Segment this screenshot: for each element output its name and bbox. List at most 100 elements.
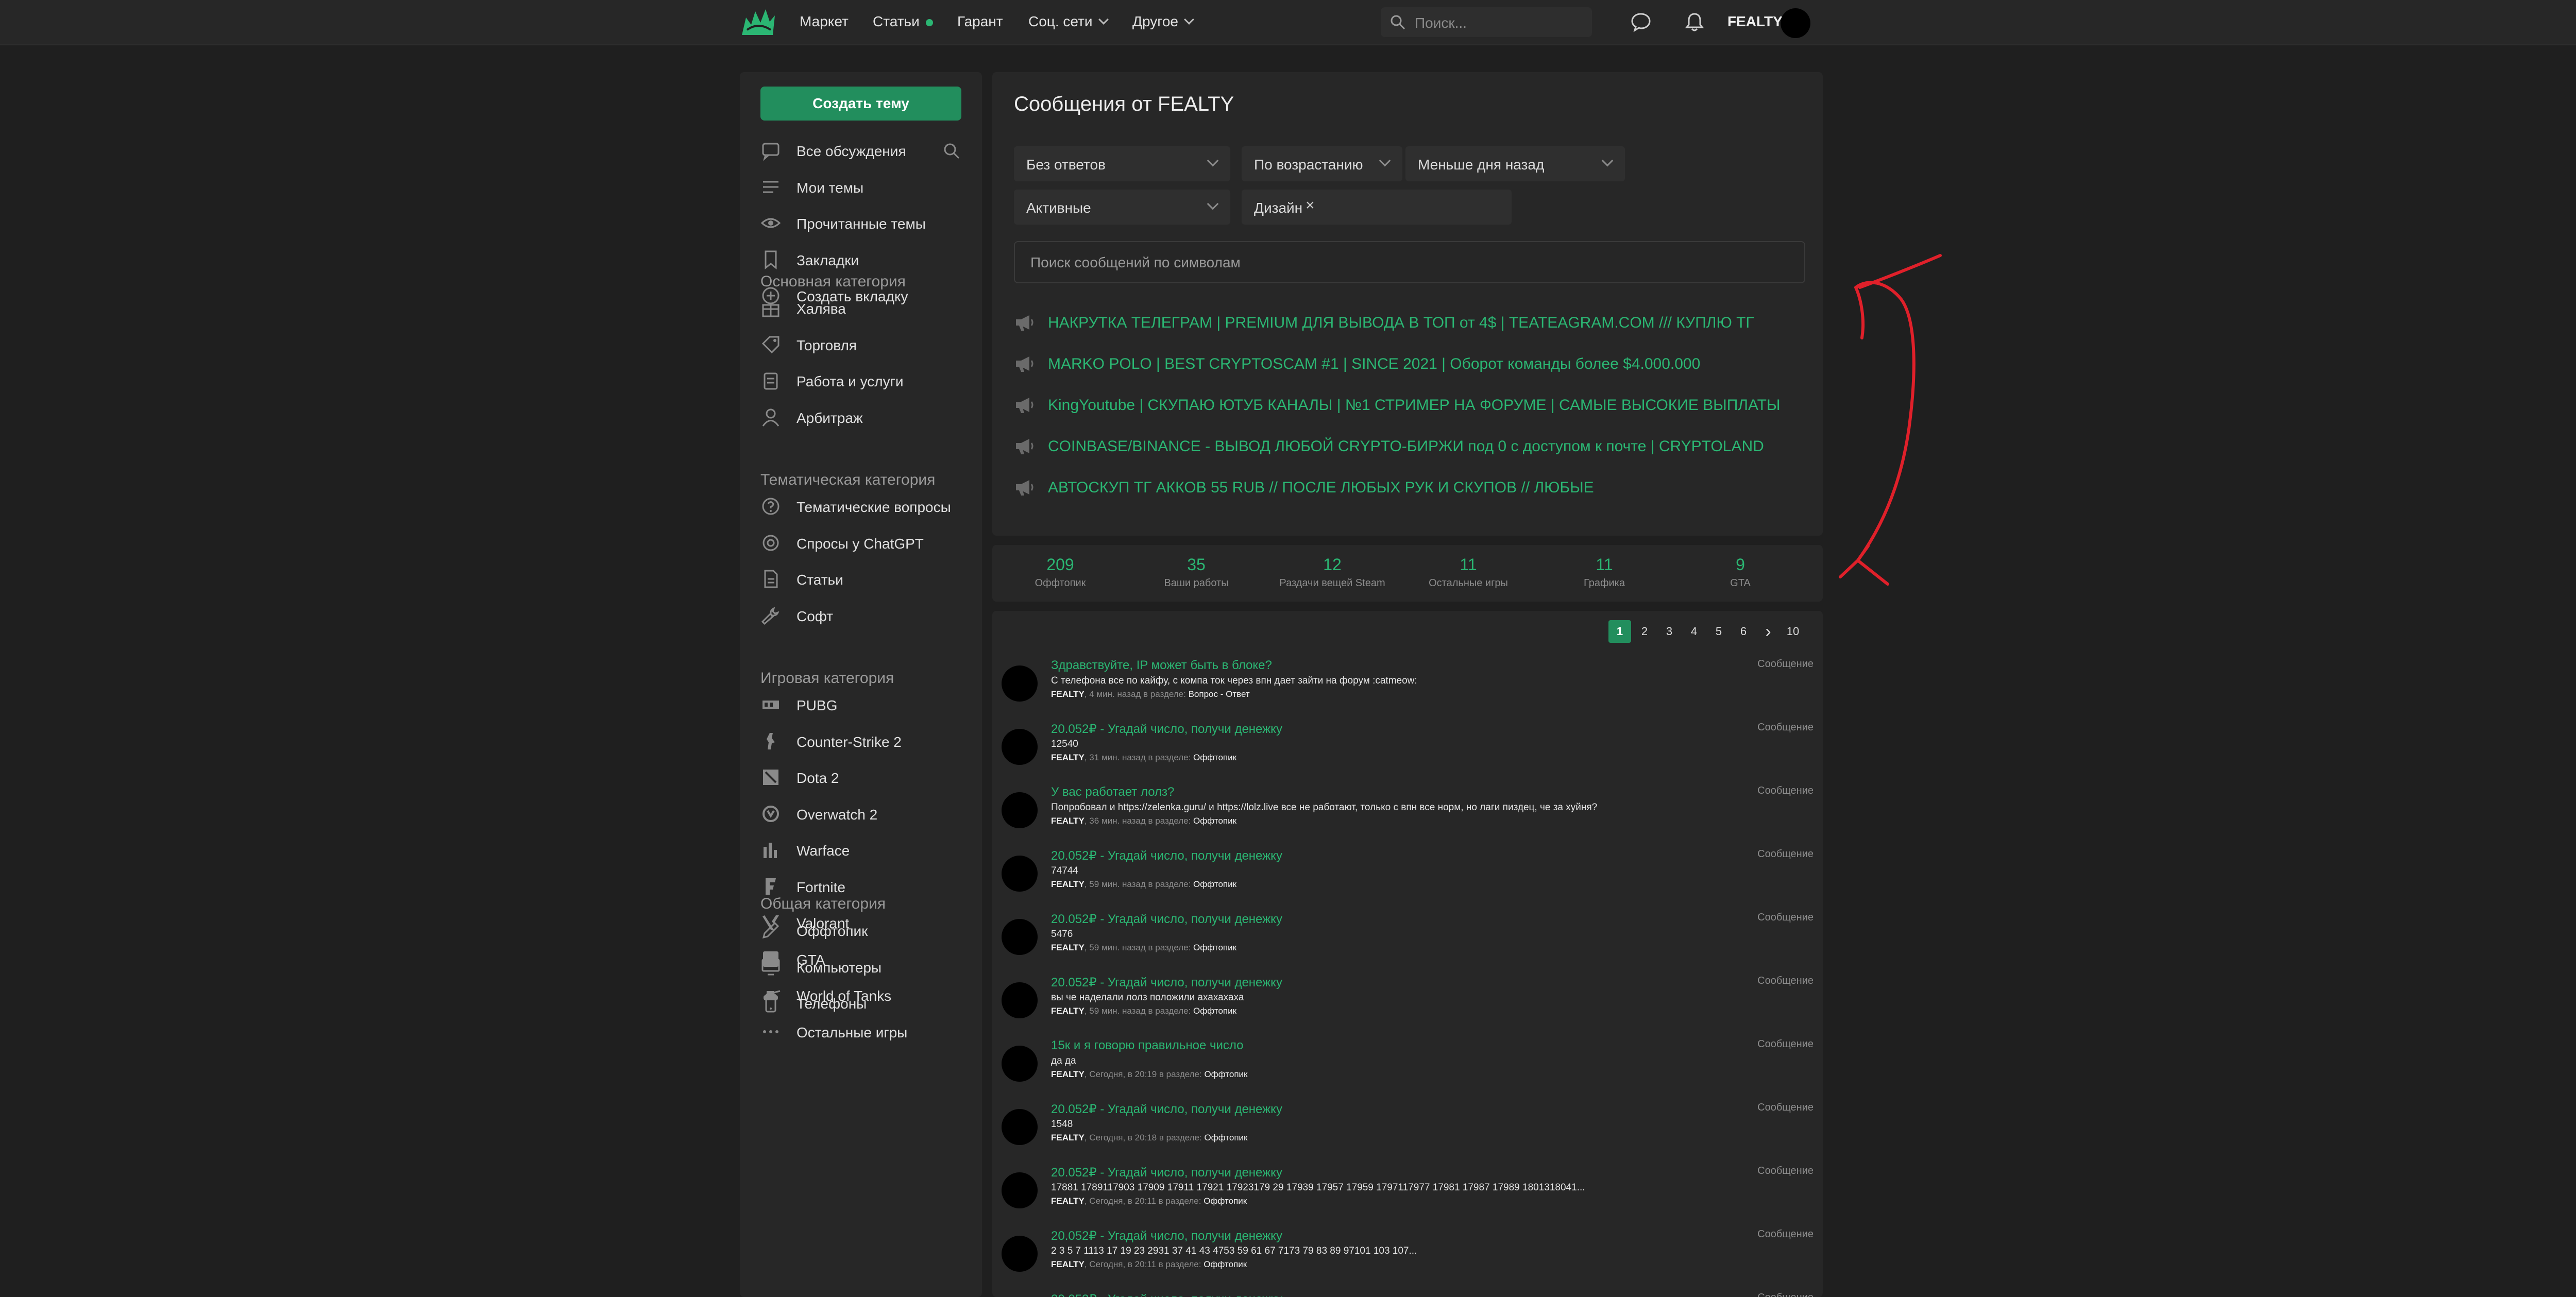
section-link[interactable]: Оффтопик (1204, 1259, 1247, 1269)
thread-title-link[interactable]: 20.052₽ - Угадай число, получи денежку (1051, 1228, 1282, 1243)
list-item[interactable]: 15к и я говорю правильное число да да FEAL… (992, 1038, 1823, 1102)
avatar[interactable] (1002, 856, 1038, 892)
promoted-thread-link[interactable]: KingYoutube | СКУПАЮ ЮТУБ КАНАЛЫ | №1 СТ… (1014, 392, 1818, 418)
list-item[interactable]: 20.052₽ - Угадай число, получи денежку 15… (992, 1102, 1823, 1165)
author-link[interactable]: FEALTY (1051, 816, 1084, 826)
sidebar-item[interactable]: Мои темы (760, 173, 967, 201)
nav-market-link[interactable]: Маркет (800, 13, 849, 30)
avatar[interactable] (1002, 1236, 1038, 1272)
author-link[interactable]: FEALTY (1051, 689, 1084, 699)
avatar[interactable] (1002, 1046, 1038, 1082)
avatar[interactable] (1781, 8, 1810, 38)
section-link[interactable]: Оффтопик (1193, 816, 1236, 826)
list-item[interactable]: 20.052₽ - Угадай число, получи денежку 2 … (992, 1228, 1823, 1292)
thread-title-link[interactable]: 20.052₽ - Угадай число, получи денежку (1051, 722, 1282, 737)
list-item[interactable]: 20.052₽ - Угадай число, получи денежку 54… (992, 912, 1823, 975)
sidebar-item[interactable]: Арбитраж (760, 403, 967, 432)
section-link[interactable]: Оффтопик (1193, 1006, 1236, 1016)
promoted-thread-link[interactable]: COINBASE/BINANCE - ВЫВОД ЛЮБОЙ CRYPTO-БИ… (1014, 434, 1818, 459)
thread-title-link[interactable]: 20.052₽ - Угадай число, получи денежку (1051, 912, 1282, 927)
page-link[interactable]: 4 (1683, 620, 1705, 643)
list-item[interactable]: 20.052₽ - Угадай число, получи денежку 74… (992, 848, 1823, 912)
author-link[interactable]: FEALTY (1051, 1069, 1084, 1079)
section-link[interactable]: Оффтопик (1204, 1133, 1247, 1142)
avatar[interactable] (1002, 792, 1038, 828)
list-item[interactable]: 20.052₽ - Угадай число, получи денежку вы… (992, 975, 1823, 1038)
create-thread-button[interactable]: Создать тему (760, 87, 961, 121)
sidebar-item[interactable]: Спросы у ChatGPT (760, 528, 967, 557)
thread-title-link[interactable]: 20.052₽ - Угадай число, получи денежку (1051, 1102, 1282, 1117)
section-link[interactable]: Оффтопик (1204, 1069, 1247, 1079)
bell-icon[interactable] (1684, 11, 1705, 33)
next-page-icon[interactable]: › (1757, 620, 1780, 643)
avatar[interactable] (1002, 982, 1038, 1018)
site-logo-icon[interactable] (740, 6, 777, 39)
author-link[interactable]: FEALTY (1051, 879, 1084, 889)
author-link[interactable]: FEALTY (1051, 1006, 1084, 1016)
sidebar-item[interactable]: Халява (760, 294, 967, 322)
section-link[interactable]: Вопрос - Ответ (1189, 689, 1250, 699)
nav-guarantor-link[interactable]: Гарант (957, 13, 1003, 30)
username-label[interactable]: FEALTY (1727, 13, 1783, 30)
stat-item[interactable]: 9 GTA (1679, 555, 1802, 589)
nav-articles-link[interactable]: Статьи (873, 13, 933, 30)
section-link[interactable]: Оффтопик (1193, 753, 1236, 762)
thread-title-link[interactable]: 20.052₽ - Угадай число, получи денежку (1051, 848, 1282, 863)
stat-item[interactable]: 35 Ваши работы (1134, 555, 1258, 589)
sidebar-item[interactable]: Прочитанные темы (760, 209, 967, 237)
page-link[interactable]: 6 (1732, 620, 1755, 643)
thread-title-link[interactable]: 15к и я говорю правильное число (1051, 1038, 1244, 1053)
last-page-link[interactable]: 10 (1782, 620, 1804, 643)
sidebar-item[interactable]: Телефоны (760, 988, 967, 1017)
tag-filter-input[interactable]: Дизайн × (1242, 190, 1512, 225)
sidebar-item[interactable]: Тематические вопросы (760, 492, 967, 521)
author-link[interactable]: FEALTY (1051, 1259, 1084, 1269)
page-link[interactable]: 1 (1608, 620, 1631, 643)
section-link[interactable]: Оффтопик (1193, 943, 1236, 952)
stat-item[interactable]: 11 Графика (1543, 555, 1666, 589)
page-link[interactable]: 5 (1707, 620, 1730, 643)
answers-filter-select[interactable]: Без ответов (1014, 146, 1230, 181)
sidebar-item[interactable]: Dota 2 (760, 763, 967, 792)
sidebar-item[interactable]: Статьи (760, 565, 967, 593)
conversations-icon[interactable] (1630, 11, 1652, 33)
stat-item[interactable]: 209 Оффтопик (998, 555, 1122, 589)
list-item[interactable]: 20.052₽ - Угадай число, получи денежку 12… (992, 722, 1823, 785)
section-link[interactable]: Оффтопик (1204, 1196, 1247, 1206)
state-filter-select[interactable]: Активные (1014, 190, 1230, 225)
message-search-input[interactable]: Поиск сообщений по символам (1014, 241, 1805, 283)
avatar[interactable] (1002, 665, 1038, 702)
promoted-thread-link[interactable]: MARKO POLO | BEST CRYPTOSCAM #1 | SINCE … (1014, 351, 1818, 377)
sidebar-item[interactable]: Все обсуждения (760, 136, 967, 165)
order-filter-select[interactable]: По возрастанию (1242, 146, 1402, 181)
avatar[interactable] (1002, 1109, 1038, 1145)
nav-other-dropdown[interactable]: Другое (1132, 13, 1194, 30)
global-search-input[interactable]: Поиск... (1381, 7, 1592, 37)
page-link[interactable]: 3 (1658, 620, 1681, 643)
sidebar-item[interactable]: Overwatch 2 (760, 799, 967, 828)
sidebar-item[interactable]: Остальные игры (760, 1017, 967, 1046)
avatar[interactable] (1002, 919, 1038, 955)
stat-item[interactable]: 11 Остальные игры (1406, 555, 1530, 589)
list-item[interactable]: 20.052₽ - Угадай число, получи денежку 17… (992, 1165, 1823, 1228)
thread-title-link[interactable]: Здравствуйте, IP может быть в блоке? (1051, 658, 1272, 673)
avatar[interactable] (1002, 1172, 1038, 1208)
thread-title-link[interactable]: 20.052₽ - Угадай число, получи денежку (1051, 1165, 1282, 1180)
list-item[interactable]: Здравствуйте, IP может быть в блоке? С те… (992, 658, 1823, 722)
period-filter-select[interactable]: Меньше дня назад (1405, 146, 1625, 181)
page-link[interactable]: 2 (1633, 620, 1656, 643)
author-link[interactable]: FEALTY (1051, 1196, 1084, 1206)
sidebar-item[interactable]: PUBG (760, 690, 967, 719)
sidebar-item[interactable]: Торговля (760, 330, 967, 359)
promoted-thread-link[interactable]: АВТОСКУП ТГ АККОВ 55 RUB // ПОСЛЕ ЛЮБЫХ … (1014, 475, 1818, 501)
sidebar-item[interactable]: Counter-Strike 2 (760, 727, 967, 756)
list-item[interactable]: 20.052₽ - Угадай число, получи денежку Со… (992, 1292, 1823, 1297)
sidebar-item[interactable]: Компьютеры (760, 952, 967, 981)
thread-title-link[interactable]: 20.052₽ - Угадай число, получи денежку (1051, 975, 1282, 990)
sidebar-item[interactable]: Софт (760, 601, 967, 630)
author-link[interactable]: FEALTY (1051, 943, 1084, 952)
thread-title-link[interactable]: 20.052₽ - Угадай число, получи денежку (1051, 1292, 1282, 1297)
thread-title-link[interactable]: У вас работает лолз? (1051, 785, 1174, 799)
list-item[interactable]: У вас работает лолз? Попробовал и https:/… (992, 785, 1823, 848)
author-link[interactable]: FEALTY (1051, 1133, 1084, 1142)
